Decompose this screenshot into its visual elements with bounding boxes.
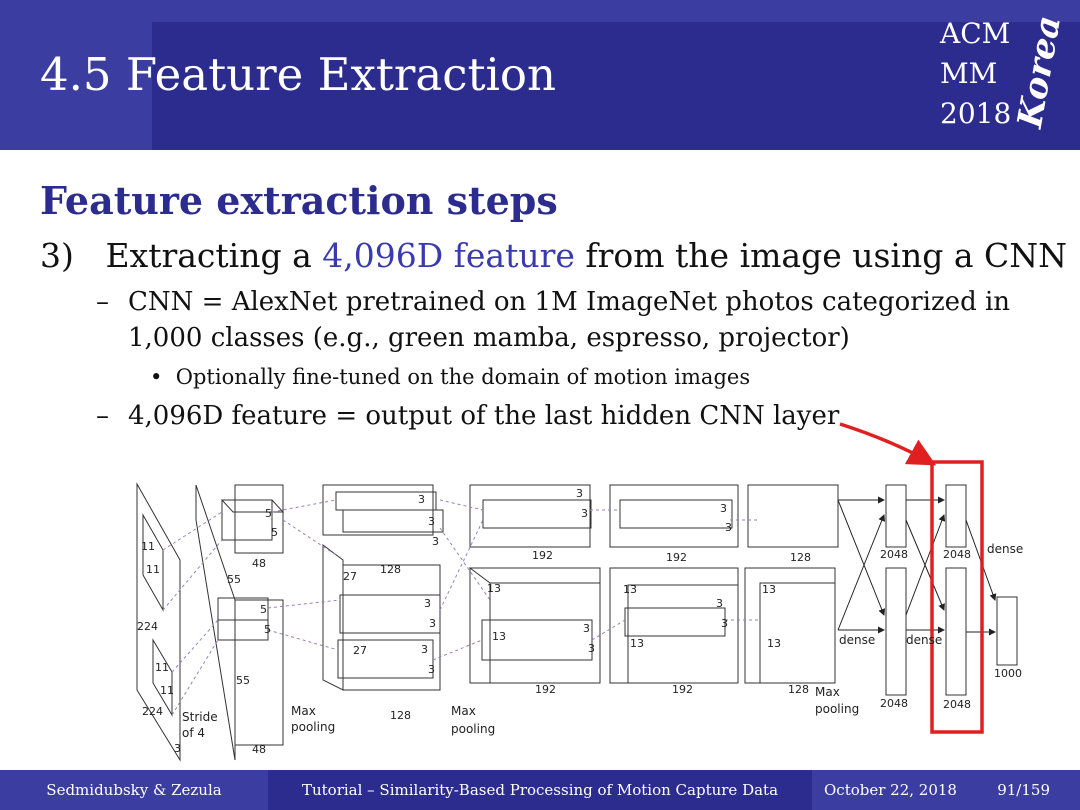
section-heading: Feature extraction steps <box>40 178 558 223</box>
slide-footer: Sedmidubsky & Zezula Tutorial – Similari… <box>0 770 1080 810</box>
label: 13 <box>487 582 501 595</box>
bullet-finetune: • Optionally fine-tuned on the domain of… <box>150 365 750 389</box>
label: 3 <box>716 597 723 610</box>
slide-header: 4.5 Feature Extraction ACM MM 2018 Korea <box>0 0 1080 150</box>
label: 3 <box>581 507 588 520</box>
label: 3 <box>424 597 431 610</box>
label: 3 <box>421 643 428 656</box>
dense-arrows <box>837 496 997 636</box>
label: 2048 <box>943 548 971 561</box>
label: Max <box>291 704 316 718</box>
label: 192 <box>532 549 553 562</box>
label: Max <box>451 704 476 718</box>
footer-authors: Sedmidubsky & Zezula <box>0 770 268 810</box>
label: 3 <box>428 515 435 528</box>
logo-acm: ACM <box>940 17 1011 50</box>
label: 13 <box>767 637 781 650</box>
input-layer <box>136 482 181 762</box>
footer-date: October 22, 2018 <box>824 781 957 799</box>
label: 3 <box>418 493 425 506</box>
label: 1000 <box>994 667 1022 680</box>
footer-page-number: 91/159 <box>997 781 1050 799</box>
label: 128 <box>790 551 811 564</box>
label: 27 <box>343 570 357 583</box>
label: 13 <box>623 583 637 596</box>
label: 3 <box>429 617 436 630</box>
label: 192 <box>535 683 556 696</box>
conv4-layer <box>609 484 739 684</box>
sub-dash: – <box>96 401 109 431</box>
label: 3 <box>428 663 435 676</box>
label: 11 <box>155 661 169 674</box>
label: dense <box>987 542 1023 556</box>
label: pooling <box>815 702 859 716</box>
label: 5 <box>265 507 272 520</box>
label: of 4 <box>182 726 205 740</box>
sub-dash: – <box>96 287 109 317</box>
label: 3 <box>725 521 732 534</box>
label: 3 <box>588 642 595 655</box>
label: 128 <box>390 709 411 722</box>
step-highlight: 4,096D feature <box>322 236 575 275</box>
acm-mm-logo: ACM MM 2018 Korea <box>940 13 1069 134</box>
label: 3 <box>576 487 583 500</box>
conv3-layer <box>468 484 601 684</box>
label: 192 <box>666 551 687 564</box>
label: 5 <box>260 603 267 616</box>
label: 5 <box>271 526 278 539</box>
step-3: 3) Extracting a 4,096D feature from the … <box>40 236 1067 275</box>
diagram-labels: 11 11 224 11 11 224 Stride of 4 3 5 5 48… <box>137 487 1023 756</box>
label: 3 <box>720 502 727 515</box>
sub-text-cnn: CNN = AlexNet pretrained on 1M ImageNet … <box>128 287 1011 353</box>
sub-text-feature: 4,096D feature = output of the last hidd… <box>128 401 840 431</box>
bullet-text: Optionally fine-tuned on the domain of m… <box>175 365 751 389</box>
label: Max <box>815 685 840 699</box>
label: 13 <box>762 583 776 596</box>
kernel-connectors <box>162 499 760 716</box>
label: 48 <box>252 557 266 570</box>
label: 11 <box>146 563 160 576</box>
label: 128 <box>788 683 809 696</box>
label: 55 <box>236 674 250 687</box>
highlight-last-hidden-layer <box>839 422 984 734</box>
label: 192 <box>672 683 693 696</box>
logo-mm: MM <box>940 57 998 90</box>
label: 3 <box>721 617 728 630</box>
label: 13 <box>630 637 644 650</box>
label: 2048 <box>880 548 908 561</box>
label: 3 <box>432 535 439 548</box>
label: 3 <box>174 742 181 755</box>
label: pooling <box>451 722 495 736</box>
label: 11 <box>141 540 155 553</box>
step-text-after: from the image using a CNN <box>585 236 1068 275</box>
logo-year: 2018 <box>940 97 1012 130</box>
label: 48 <box>252 743 266 756</box>
conv1-layer <box>195 484 285 761</box>
label: Stride <box>182 710 218 724</box>
label: 224 <box>142 705 163 718</box>
label: 5 <box>264 623 271 636</box>
step-text-before: Extracting a <box>105 236 312 275</box>
step-number: 3) <box>40 236 74 275</box>
label: 55 <box>227 573 241 586</box>
footer-tutorial-title: Tutorial – Similarity-Based Processing o… <box>268 770 812 810</box>
label: 11 <box>160 684 174 697</box>
label: 128 <box>380 563 401 576</box>
dense-layers <box>885 484 1018 696</box>
label: 13 <box>492 630 506 643</box>
footer-right: October 22, 2018 91/159 <box>812 770 1080 810</box>
label: 3 <box>583 622 590 635</box>
label: pooling <box>291 720 335 734</box>
slide-title: 4.5 Feature Extraction <box>40 48 557 101</box>
label: 2048 <box>880 697 908 710</box>
label: 224 <box>137 620 158 633</box>
conv5-layer <box>744 484 839 684</box>
label: 27 <box>353 644 367 657</box>
label: 2048 <box>943 698 971 711</box>
bullet-dot: • <box>150 365 176 389</box>
label: dense <box>906 633 942 647</box>
label: dense <box>839 633 875 647</box>
conv2-layer <box>322 484 444 691</box>
